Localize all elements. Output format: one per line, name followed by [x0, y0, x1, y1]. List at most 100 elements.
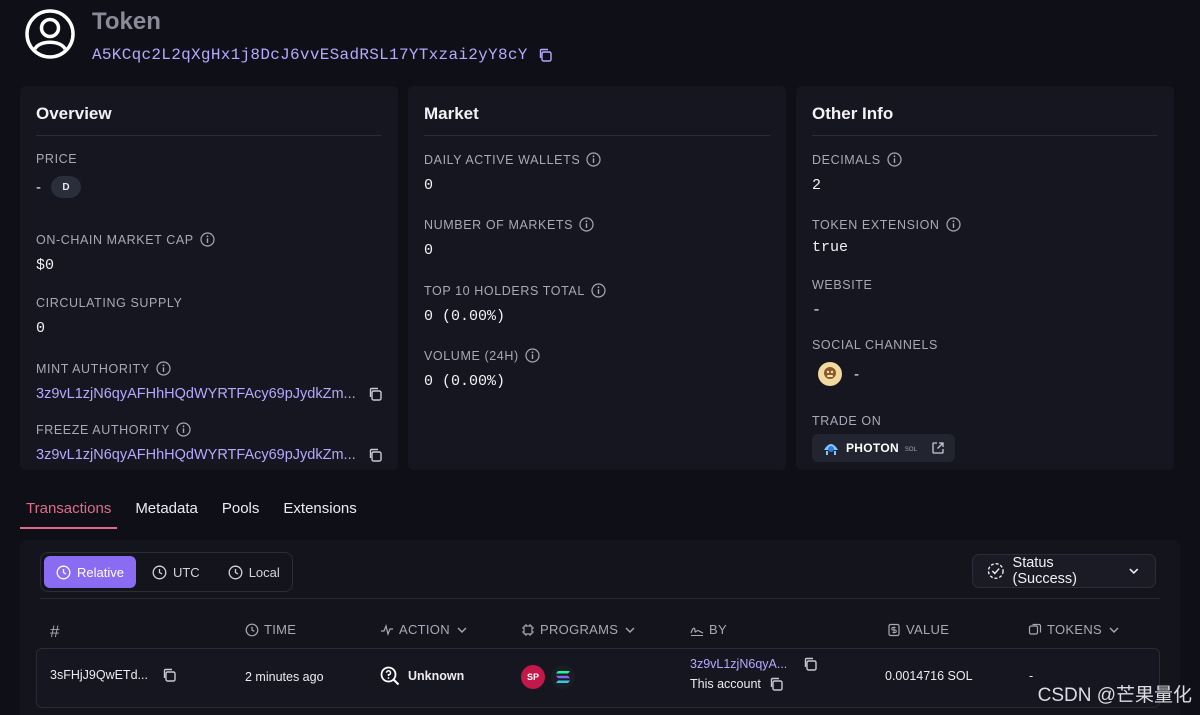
info-icon[interactable] — [591, 283, 606, 298]
unknown-search-icon — [380, 666, 400, 686]
mint-authority-field: MINT AUTHORITY 3z9vL1zjN6qyAFHhHQdWYRTFA… — [36, 361, 382, 402]
solana-program-badge[interactable] — [551, 665, 575, 689]
freeze-authority-value[interactable]: 3z9vL1zjN6qyAFHhHQdWYRTFAcy69pJydkZm... — [36, 447, 382, 463]
column-value-label: VALUE — [906, 622, 950, 637]
detail-tabs: Transactions Metadata Pools Extensions — [20, 495, 369, 529]
trade-on-label: TRADE ON — [812, 414, 882, 428]
location-clock-icon — [228, 565, 243, 579]
watermark: CSDN @芒果量化 — [1037, 685, 1192, 706]
top-holders-value: 0 (0.00%) — [424, 308, 506, 325]
column-tokens[interactable]: TOKENS — [1028, 622, 1121, 637]
volume-value: 0 (0.00%) — [424, 373, 506, 390]
copy-icon[interactable] — [162, 668, 176, 682]
decimals-label: DECIMALS — [812, 152, 881, 167]
status-filter-dropdown[interactable]: Status (Success) — [972, 554, 1156, 588]
photon-label: PHOTON — [846, 441, 899, 455]
freeze-authority-label: FREEZE AUTHORITY — [36, 422, 170, 437]
website-value: - — [812, 302, 822, 319]
mint-authority-link[interactable]: 3z9vL1zjN6qyAFHhHQdWYRTFAcy69pJydkZm... — [36, 386, 356, 402]
overview-title: Overview — [36, 104, 382, 136]
copy-icon[interactable] — [368, 387, 382, 401]
price-value-text: - — [36, 178, 41, 196]
market-cap-label: ON-CHAIN MARKET CAP — [36, 232, 194, 247]
info-icon[interactable] — [579, 217, 594, 232]
column-programs-label: PROGRAMS — [540, 622, 619, 637]
user-avatar-icon — [25, 9, 75, 59]
website-label: WEBSITE — [812, 278, 873, 292]
website-field: WEBSITE - — [812, 278, 1158, 319]
info-icon[interactable] — [200, 232, 215, 247]
by-cell: 3z9vL1zjN6qyA... This account — [690, 657, 817, 691]
photon-trade-button[interactable]: PHOTON SOL — [812, 434, 955, 462]
tab-pools[interactable]: Pools — [210, 495, 272, 529]
chevron-down-icon — [457, 627, 467, 633]
copy-icon[interactable] — [538, 48, 552, 62]
toggle-utc[interactable]: UTC — [140, 556, 212, 588]
photon-logo-icon — [824, 444, 838, 455]
info-icon[interactable] — [525, 348, 540, 363]
toggle-relative[interactable]: Relative — [44, 556, 136, 588]
token-extension-label: TOKEN EXTENSION — [812, 217, 940, 232]
action-label: Unknown — [408, 669, 465, 683]
top-holders-label: TOP 10 HOLDERS TOTAL — [424, 283, 585, 298]
freeze-authority-link[interactable]: 3z9vL1zjN6qyAFHhHQdWYRTFAcy69pJydkZm... — [36, 447, 356, 463]
value-cell: 0.0014716 SOL — [885, 669, 973, 683]
toggle-relative-label: Relative — [77, 564, 124, 580]
number-of-markets-label: NUMBER OF MARKETS — [424, 217, 574, 232]
info-icon[interactable] — [176, 422, 191, 437]
market-cap-field: ON-CHAIN MARKET CAP $0 — [36, 232, 382, 274]
column-time-label: TIME — [264, 622, 297, 637]
social-channels-value: - — [854, 365, 859, 383]
info-icon[interactable] — [945, 217, 961, 232]
supply-label: CIRCULATING SUPPLY — [36, 296, 183, 310]
token-address[interactable]: A5KCqc2L2qXgHx1j8DcJ6vvESadRSL17YTxzai2y… — [92, 46, 552, 64]
social-channels-label: SOCIAL CHANNELS — [812, 338, 938, 352]
price-field: PRICE - D — [36, 152, 382, 198]
number-of-markets-value: 0 — [424, 242, 434, 259]
supply-field: CIRCULATING SUPPLY 0 — [36, 296, 382, 337]
daily-active-wallets-label: DAILY ACTIVE WALLETS — [424, 152, 581, 167]
signature-link[interactable]: 3sFHjJ9QwETd... — [50, 668, 148, 682]
panel-divider — [40, 598, 1160, 599]
other-info-title: Other Info — [812, 104, 1158, 136]
info-icon[interactable] — [887, 152, 902, 167]
copy-icon[interactable] — [769, 677, 783, 691]
solana-icon — [556, 671, 570, 683]
token-address-text[interactable]: A5KCqc2L2qXgHx1j8DcJ6vvESadRSL17YTxzai2y… — [92, 46, 528, 64]
info-icon[interactable] — [156, 361, 171, 376]
tab-metadata[interactable]: Metadata — [123, 495, 210, 529]
chevron-down-icon — [625, 627, 635, 633]
transactions-panel: Relative UTC Local Status (Success) # TI… — [20, 540, 1180, 715]
trade-on-field: TRADE ON PHOTON SOL — [812, 414, 1158, 462]
column-action[interactable]: ACTION — [380, 622, 469, 637]
top-holders-field: TOP 10 HOLDERS TOTAL 0 (0.00%) — [424, 283, 770, 325]
copy-icon[interactable] — [803, 657, 817, 671]
social-channels-field: SOCIAL CHANNELS - — [812, 338, 1158, 386]
number-of-markets-field: NUMBER OF MARKETS 0 — [424, 217, 770, 259]
column-programs[interactable]: PROGRAMS — [521, 622, 637, 637]
column-tokens-label: TOKENS — [1047, 622, 1103, 637]
tab-transactions[interactable]: Transactions — [20, 495, 118, 529]
chip-icon — [522, 623, 534, 636]
toggle-local-label: Local — [248, 564, 280, 580]
copy-icon[interactable] — [368, 448, 382, 462]
info-icon[interactable] — [586, 152, 601, 167]
price-label: PRICE — [36, 152, 78, 166]
by-address-link[interactable]: 3z9vL1zjN6qyA... — [690, 657, 787, 671]
chevron-down-icon — [1109, 627, 1119, 633]
supply-value: 0 — [36, 320, 46, 337]
price-value: - D — [36, 176, 382, 198]
activity-icon — [381, 623, 393, 636]
signature-cell[interactable]: 3sFHjJ9QwETd... — [50, 668, 176, 682]
column-by-label: BY — [709, 622, 727, 637]
market-card: Market DAILY ACTIVE WALLETS 0 NUMBER OF … — [408, 86, 786, 470]
table-row[interactable]: 3sFHjJ9QwETd... 2 minutes ago Unknown SP — [36, 648, 1160, 708]
toggle-local[interactable]: Local — [216, 556, 292, 588]
clock-icon — [245, 623, 259, 636]
mint-authority-value[interactable]: 3z9vL1zjN6qyAFHhHQdWYRTFAcy69pJydkZm... — [36, 386, 382, 402]
tab-extensions[interactable]: Extensions — [271, 495, 368, 529]
program-badge-sp[interactable]: SP — [521, 665, 545, 689]
mint-authority-label: MINT AUTHORITY — [36, 361, 150, 376]
photon-sub-label: SOL — [904, 447, 917, 453]
social-avatar-icon[interactable] — [818, 362, 842, 386]
